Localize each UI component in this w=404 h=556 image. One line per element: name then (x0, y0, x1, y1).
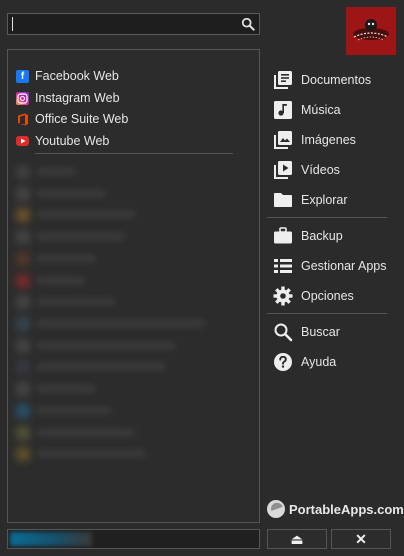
brand-text: PortableApps.com (289, 501, 404, 517)
blurred-app-label (36, 167, 76, 176)
blurred-app-label (36, 210, 136, 219)
folder-icon (272, 189, 294, 211)
menu-gestionar-apps[interactable]: Gestionar Apps (272, 254, 386, 278)
blurred-app-label (36, 384, 96, 393)
menu-label: Gestionar Apps (301, 259, 387, 273)
app-item-youtube[interactable]: Youtube Web (16, 132, 109, 150)
blurred-app-label (36, 341, 176, 350)
text-caret (12, 17, 13, 31)
blurred-app-icon (16, 447, 30, 461)
drive-usage-bar (7, 529, 260, 549)
blurred-app-icon (16, 208, 30, 222)
app-label: Facebook Web (35, 69, 119, 83)
search-icon[interactable] (241, 17, 255, 31)
blurred-app-label (36, 449, 146, 458)
blurred-app-label (36, 319, 206, 328)
music-icon (272, 99, 294, 121)
close-icon: ✕ (355, 530, 367, 547)
blurred-app-icon (16, 165, 30, 179)
blurred-app-label (36, 254, 96, 263)
menu-ayuda[interactable]: Ayuda (272, 350, 336, 374)
app-list-panel[interactable]: f Facebook Web Instagram Web Office Suit… (7, 49, 260, 523)
briefcase-icon (272, 225, 294, 247)
menu-divider (267, 313, 387, 314)
blurred-app-label (36, 362, 166, 371)
documents-icon (272, 69, 294, 91)
close-button[interactable]: ✕ (331, 529, 391, 549)
youtube-icon (16, 136, 29, 146)
blurred-app-icon (16, 295, 30, 309)
menu-explorar[interactable]: Explorar (272, 188, 348, 212)
blurred-app-label (36, 297, 116, 306)
list-icon (272, 255, 294, 277)
menu-label: Documentos (301, 73, 372, 87)
help-icon (272, 351, 294, 373)
search-input[interactable] (7, 13, 260, 35)
blurred-app-icon (16, 339, 30, 353)
pinned-divider (35, 153, 233, 154)
menu-label: Buscar (301, 325, 340, 339)
gear-icon (272, 285, 294, 307)
user-avatar-image (346, 7, 396, 55)
portableapps-logo[interactable]: PortableApps.com (267, 500, 404, 518)
blurred-app-icon (16, 230, 30, 244)
menu-divider (267, 217, 387, 218)
app-item-instagram[interactable]: Instagram Web (16, 89, 120, 107)
app-label: Instagram Web (35, 91, 120, 105)
blurred-app-icon (16, 187, 30, 201)
blurred-app-icon (16, 404, 30, 418)
office-icon (16, 113, 29, 126)
menu-label: Explorar (301, 193, 348, 207)
menu-label: Ayuda (301, 355, 337, 369)
blurred-app-label (36, 428, 136, 437)
menu-label: Backup (301, 229, 343, 243)
menu-buscar[interactable]: Buscar (272, 320, 340, 344)
facebook-icon: f (16, 69, 29, 83)
menu-opciones[interactable]: Opciones (272, 284, 354, 308)
drive-usage-fill (10, 532, 92, 546)
search-icon (272, 321, 294, 343)
blurred-app-label (36, 276, 86, 285)
menu-imagenes[interactable]: Imágenes (272, 128, 356, 152)
app-item-facebook[interactable]: f Facebook Web (16, 67, 119, 85)
blurred-app-label (36, 406, 111, 415)
images-icon (272, 129, 294, 151)
blurred-app-icon (16, 426, 30, 440)
blurred-app-label (36, 189, 106, 198)
eject-button[interactable]: ⏏ (267, 529, 327, 549)
menu-videos[interactable]: Vídeos (272, 158, 340, 182)
app-label: Youtube Web (35, 134, 110, 148)
eject-icon: ⏏ (290, 530, 304, 547)
blurred-app-icon (16, 252, 30, 266)
portableapps-logo-icon (267, 500, 285, 518)
user-avatar[interactable] (346, 7, 396, 55)
menu-label: Vídeos (301, 163, 340, 177)
app-label: Office Suite Web (35, 112, 129, 126)
blurred-app-label (36, 232, 126, 241)
blurred-app-icon (16, 317, 30, 331)
blurred-app-icon (16, 274, 30, 288)
instagram-icon (16, 91, 29, 105)
blurred-app-icon (16, 360, 30, 374)
menu-documentos[interactable]: Documentos (272, 68, 371, 92)
menu-label: Imágenes (301, 133, 356, 147)
menu-label: Música (301, 103, 341, 117)
menu-musica[interactable]: Música (272, 98, 341, 122)
menu-backup[interactable]: Backup (272, 224, 343, 248)
app-item-office[interactable]: Office Suite Web (16, 110, 128, 128)
menu-label: Opciones (301, 289, 354, 303)
videos-icon (272, 159, 294, 181)
blurred-app-icon (16, 382, 30, 396)
